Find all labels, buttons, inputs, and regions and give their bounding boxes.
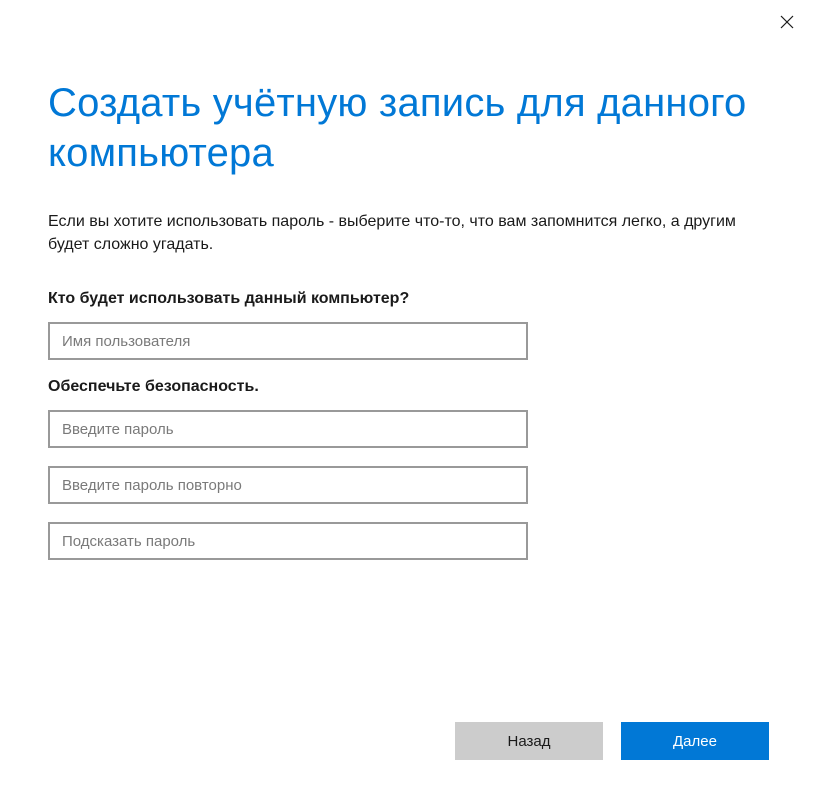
main-content: Создать учётную запись для данного компь…	[0, 0, 817, 560]
description-text: Если вы хотите использовать пароль - выб…	[48, 210, 769, 256]
security-section-label: Обеспечьте безопасность.	[48, 378, 769, 396]
page-title: Создать учётную запись для данного компь…	[48, 78, 769, 178]
back-button[interactable]: Назад	[455, 722, 603, 760]
username-field[interactable]	[48, 322, 528, 360]
password-hint-field[interactable]	[48, 522, 528, 560]
who-section-label: Кто будет использовать данный компьютер?	[48, 290, 769, 308]
close-button[interactable]	[775, 10, 799, 34]
password-field[interactable]	[48, 410, 528, 448]
next-button[interactable]: Далее	[621, 722, 769, 760]
password-confirm-field[interactable]	[48, 466, 528, 504]
footer-buttons: Назад Далее	[455, 722, 769, 760]
close-icon	[780, 15, 794, 29]
